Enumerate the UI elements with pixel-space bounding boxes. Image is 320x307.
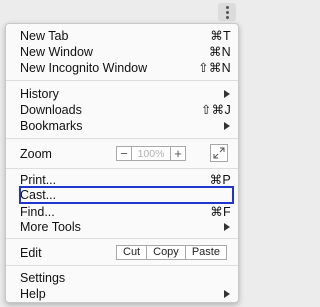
menu-separator (6, 138, 238, 139)
menu-item-new-tab[interactable]: New Tab ⌘T (6, 28, 238, 44)
menu-item-cast[interactable]: Cast... (6, 187, 238, 203)
menu-item-more-tools[interactable]: More Tools (6, 219, 238, 235)
menu-item-bookmarks[interactable]: Bookmarks (6, 118, 238, 134)
paste-button[interactable]: Paste (185, 245, 227, 260)
shortcut-label: ⌘F (210, 205, 231, 219)
browser-toolbar (0, 0, 244, 24)
zoom-level-value: 100% (132, 146, 170, 161)
chevron-right-icon (224, 90, 230, 98)
shortcut-label: ⌘N (208, 45, 231, 59)
copy-button[interactable]: Copy (147, 245, 186, 260)
zoom-in-button[interactable]: + (170, 146, 186, 161)
menu-item-label: New Window (20, 45, 93, 59)
menu-item-edit: Edit Cut Copy Paste (6, 245, 238, 261)
kebab-menu-icon[interactable] (218, 3, 236, 21)
menu-item-label: Bookmarks (20, 119, 83, 133)
menu-item-find[interactable]: Find... ⌘F (6, 204, 238, 220)
menu-item-label: New Incognito Window (20, 61, 148, 75)
menu-separator (6, 238, 238, 239)
menu-item-label: Cast... (20, 188, 57, 202)
menu-item-new-incognito-window[interactable]: New Incognito Window ⇧⌘N (6, 60, 238, 76)
menu-item-label: Settings (20, 271, 66, 285)
shortcut-label: ⇧⌘N (198, 61, 231, 75)
menu-item-new-window[interactable]: New Window ⌘N (6, 44, 238, 60)
chevron-right-icon (224, 122, 230, 130)
chevron-right-icon (224, 290, 230, 298)
menu-item-label: Edit (20, 246, 42, 260)
zoom-out-button[interactable]: − (116, 146, 132, 161)
menu-item-help[interactable]: Help (6, 286, 238, 302)
zoom-control: − 100% + (116, 146, 186, 162)
menu-item-zoom: Zoom − 100% + (6, 144, 238, 162)
chevron-right-icon (224, 223, 230, 231)
shortcut-label: ⇧⌘J (200, 103, 231, 117)
menu-item-label: More Tools (20, 220, 81, 234)
menu-separator (6, 80, 238, 81)
menu-item-history[interactable]: History (6, 86, 238, 102)
shortcut-label: ⌘T (210, 29, 231, 43)
chrome-main-menu: New Tab ⌘T New Window ⌘N New Incognito W… (5, 23, 239, 303)
menu-item-label: Zoom (20, 147, 52, 161)
menu-item-label: New Tab (20, 29, 69, 43)
menu-item-label: Find... (20, 205, 55, 219)
menu-item-label: Downloads (20, 103, 82, 117)
menu-item-label: History (20, 87, 59, 101)
edit-button-group: Cut Copy Paste (116, 245, 227, 261)
menu-separator (6, 168, 238, 169)
cut-button[interactable]: Cut (116, 245, 148, 260)
menu-separator (6, 265, 238, 266)
menu-item-downloads[interactable]: Downloads ⇧⌘J (6, 102, 238, 118)
fullscreen-icon[interactable] (210, 144, 228, 162)
menu-item-settings[interactable]: Settings (6, 270, 238, 286)
menu-item-label: Help (20, 287, 46, 301)
